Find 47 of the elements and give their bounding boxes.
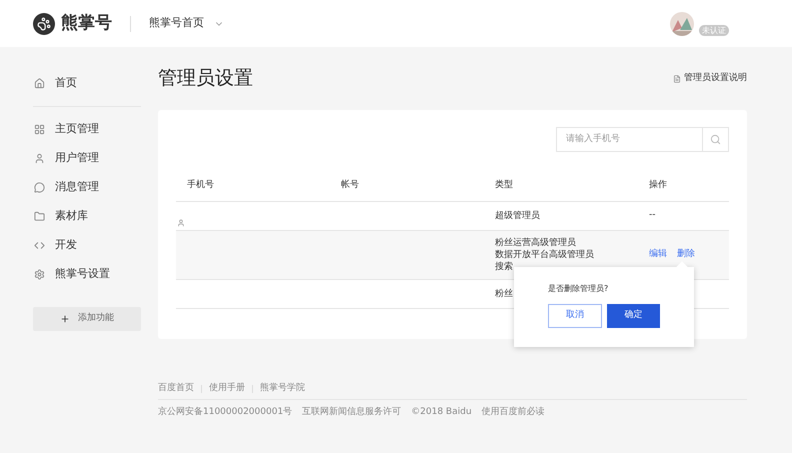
popover-message: 是否删除管理员? — [548, 283, 610, 295]
footer-link[interactable]: 使用手册 — [209, 382, 245, 396]
column-header: 帐号 — [341, 179, 360, 192]
page-title: 管理员设置 — [158, 66, 253, 92]
sidebar-item[interactable]: 熊掌号设置 — [33, 260, 141, 289]
table-cell: 粉丝 — [495, 288, 513, 300]
table-cell: 搜索 — [495, 261, 513, 273]
footer-link[interactable]: 熊掌号学院 — [260, 382, 305, 396]
column-header: 操作 — [649, 179, 668, 192]
paw-logo-icon — [33, 12, 55, 34]
search-button[interactable] — [703, 127, 729, 152]
table-cell: 超级管理员 — [495, 210, 540, 222]
footer-link[interactable]: ©2018 Baidu — [411, 406, 472, 420]
table-cell: 数据开放平台高级管理员 — [495, 249, 594, 261]
plus-icon — [60, 314, 70, 324]
confirm-button[interactable]: 确定 — [606, 304, 660, 328]
chat-icon — [34, 182, 45, 193]
table-cell-text: -- — [649, 209, 656, 222]
search-field[interactable]: 请输入手机号 — [556, 127, 703, 152]
sidebar-item[interactable]: 消息管理 — [33, 173, 141, 202]
folder-icon — [34, 211, 45, 222]
table-cell: 粉丝运营高级管理员 — [495, 237, 576, 249]
action-link[interactable]: 删除 — [677, 248, 695, 262]
footer-link[interactable]: 百度首页 — [158, 382, 194, 396]
home-icon — [34, 78, 45, 89]
sidebar-item[interactable]: 素材库 — [33, 202, 141, 231]
user-icon — [34, 153, 45, 164]
sidebar-item[interactable]: 首页 — [33, 69, 141, 98]
sidebar-item[interactable]: 主页管理 — [33, 115, 141, 144]
action-link[interactable]: 编辑 — [649, 248, 667, 262]
cancel-button[interactable]: 取消 — [548, 304, 602, 328]
gear-icon — [34, 269, 45, 280]
grid-icon — [34, 124, 45, 135]
sidebar-item[interactable]: 用户管理 — [33, 144, 141, 173]
document-icon — [673, 74, 681, 82]
footer-link[interactable]: 京公网安备11000002000001号 — [158, 406, 292, 420]
column-header: 类型 — [495, 179, 514, 192]
column-header: 手机号 — [187, 179, 215, 192]
footer-link[interactable]: 互联网新闻信息服务许可 — [302, 406, 402, 420]
help-link[interactable]: 管理员设置说明 — [673, 72, 747, 86]
logo-text: 熊掌号 — [61, 12, 112, 35]
sidebar-item[interactable]: 开发 — [33, 231, 141, 260]
search-icon — [710, 134, 721, 145]
footer-link[interactable]: 使用百度前必读 — [482, 406, 545, 420]
code-icon — [34, 240, 45, 251]
add-feature-button[interactable]: 添加功能 — [33, 307, 141, 331]
nav-dropdown[interactable]: 熊掌号首页 — [149, 15, 224, 32]
